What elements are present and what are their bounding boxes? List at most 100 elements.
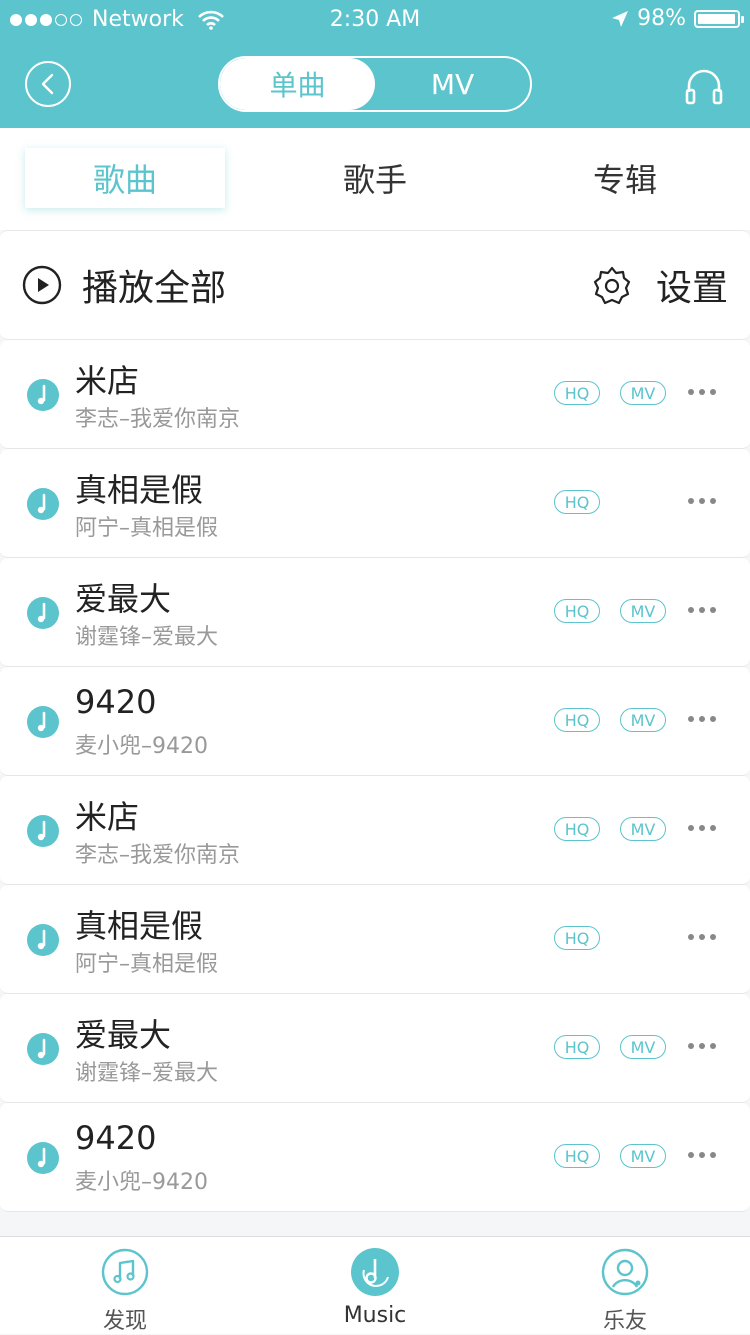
more-options-button[interactable]: [688, 493, 724, 509]
tabbar-item-friends[interactable]: 乐友: [500, 1237, 750, 1335]
tab-albums[interactable]: 专辑: [525, 148, 725, 208]
hq-badge: HQ: [554, 708, 600, 732]
dot-icon: [688, 1043, 694, 1049]
music-note-icon: [27, 706, 59, 738]
hq-badge: HQ: [554, 599, 600, 623]
mv-badge[interactable]: MV: [620, 381, 666, 405]
mv-badge[interactable]: MV: [620, 708, 666, 732]
dot-icon: [710, 934, 716, 940]
song-artist: 麦小兜–9420: [75, 734, 208, 759]
dot-icon: [688, 934, 694, 940]
music-note-icon: [27, 379, 59, 411]
tabbar-label: 发现: [102, 1309, 147, 1334]
tabbar-label: Music: [343, 1303, 407, 1328]
mv-badge[interactable]: MV: [620, 1035, 666, 1059]
bottom-tab-bar: 发现 Music 乐友: [0, 1236, 750, 1334]
dot-icon: [699, 607, 705, 613]
dot-icon: [699, 716, 705, 722]
hq-badge: HQ: [554, 1035, 600, 1059]
dot-icon: [699, 1152, 705, 1158]
dot-icon: [710, 498, 716, 504]
dot-icon: [710, 1152, 716, 1158]
segmented-control: 单曲 MV: [218, 56, 532, 112]
more-options-button[interactable]: [688, 1038, 724, 1054]
hq-badge: HQ: [554, 490, 600, 514]
dot-icon: [710, 389, 716, 395]
song-artist: 谢霆锋–爱最大: [75, 1061, 219, 1086]
more-options-button[interactable]: [688, 1147, 724, 1163]
mv-badge[interactable]: MV: [620, 817, 666, 841]
song-row[interactable]: 米店李志–我爱你南京 HQ MV: [0, 776, 750, 885]
mv-badge[interactable]: MV: [620, 1144, 666, 1168]
song-artist: 谢霆锋–爱最大: [75, 625, 219, 650]
segment-mv[interactable]: MV: [375, 58, 530, 110]
dot-icon: [688, 389, 694, 395]
play-all-label: 播放全部: [82, 268, 227, 309]
song-title: 爱最大: [75, 580, 172, 618]
play-circle-icon: [22, 265, 62, 305]
dot-icon: [699, 389, 705, 395]
category-tabs: 歌曲 歌手 专辑: [0, 128, 750, 230]
dot-icon: [688, 716, 694, 722]
battery-fill: [698, 13, 736, 24]
tabbar-item-discover[interactable]: 发现: [0, 1237, 250, 1335]
gear-icon: [593, 266, 631, 305]
song-row[interactable]: 爱最大谢霆锋–爱最大 HQ MV: [0, 558, 750, 667]
more-options-button[interactable]: [688, 602, 724, 618]
dot-icon: [688, 498, 694, 504]
tab-artists[interactable]: 歌手: [275, 148, 475, 208]
music-note-icon: [27, 815, 59, 847]
music-note-icon: [27, 924, 59, 956]
song-artist: 麦小兜–9420: [75, 1170, 208, 1195]
song-row[interactable]: 爱最大谢霆锋–爱最大 HQ MV: [0, 994, 750, 1103]
song-title: 真相是假: [75, 907, 204, 945]
dot-icon: [699, 498, 705, 504]
status-right: 98%: [611, 6, 744, 31]
hq-badge: HQ: [554, 381, 600, 405]
friends-icon: [601, 1248, 649, 1296]
chevron-left-icon: [41, 73, 54, 95]
dot-icon: [710, 716, 716, 722]
song-title: 爱最大: [75, 1016, 172, 1054]
dot-icon: [710, 607, 716, 613]
hq-badge: HQ: [554, 817, 600, 841]
status-bar: Network 2:30 AM 98%: [0, 0, 750, 40]
song-artist: 阿宁–真相是假: [75, 516, 219, 541]
song-row[interactable]: 真相是假阿宁–真相是假 HQ: [0, 449, 750, 558]
music-note-icon: [27, 488, 59, 520]
dot-icon: [710, 825, 716, 831]
more-options-button[interactable]: [688, 929, 724, 945]
song-row[interactable]: 9420 麦小兜–9420 HQ MV: [0, 1103, 750, 1212]
song-title: 真相是假: [75, 471, 204, 509]
dot-icon: [699, 1043, 705, 1049]
song-title: 米店: [75, 362, 140, 400]
song-artist: 阿宁–真相是假: [75, 952, 219, 977]
music-note-icon: [27, 597, 59, 629]
back-button[interactable]: [25, 61, 71, 107]
battery-percent: 98%: [637, 6, 686, 31]
song-row[interactable]: 真相是假阿宁–真相是假 HQ: [0, 885, 750, 994]
song-row[interactable]: 9420 麦小兜–9420 HQ MV: [0, 667, 750, 776]
headphones-icon[interactable]: [684, 66, 724, 106]
song-artist: 李志–我爱你南京: [75, 843, 241, 868]
song-artist: 李志–我爱你南京: [75, 407, 241, 432]
song-title: 米店: [75, 798, 140, 836]
play-all-button[interactable]: 播放全部: [22, 231, 226, 339]
tab-songs[interactable]: 歌曲: [25, 148, 225, 208]
tabbar-item-music[interactable]: Music: [250, 1237, 500, 1335]
more-options-button[interactable]: [688, 384, 724, 400]
tabbar-label: 乐友: [602, 1309, 647, 1334]
more-options-button[interactable]: [688, 820, 724, 836]
dot-icon: [710, 1043, 716, 1049]
song-title: 9420: [75, 1119, 157, 1157]
segment-singles[interactable]: 单曲: [220, 58, 375, 110]
song-row[interactable]: 米店李志–我爱你南京 HQ MV: [0, 340, 750, 449]
more-options-button[interactable]: [688, 711, 724, 727]
song-title: 9420: [75, 683, 157, 721]
mv-badge[interactable]: MV: [620, 599, 666, 623]
settings-button[interactable]: 设置: [592, 231, 728, 339]
dot-icon: [688, 825, 694, 831]
music-note-icon: [27, 1142, 59, 1174]
hq-badge: HQ: [554, 926, 600, 950]
music-disc-icon: [351, 1248, 399, 1296]
